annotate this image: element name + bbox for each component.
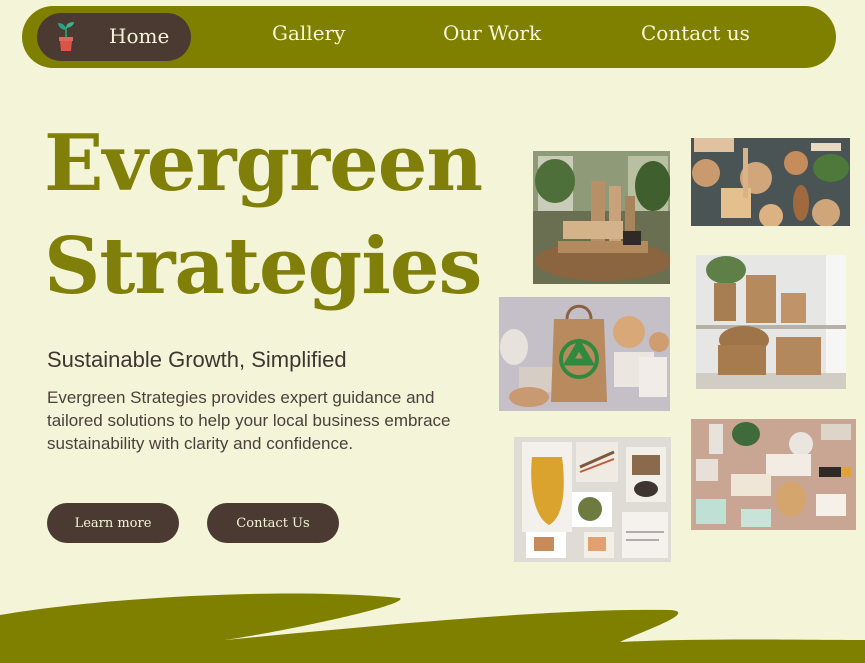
gallery-photo-wicker-baskets	[696, 255, 846, 389]
gallery-photo-tableware-flatlay	[691, 138, 850, 226]
gallery-photo-moodboard	[514, 437, 671, 562]
nav-gallery-link[interactable]: Gallery	[272, 21, 345, 45]
learn-more-button[interactable]: Learn more	[47, 503, 179, 543]
bottom-wave-decoration	[0, 593, 865, 663]
nav-contact-link[interactable]: Contact us	[641, 21, 750, 45]
plant-pot-icon	[58, 22, 74, 51]
nav-our-work-link[interactable]: Our Work	[443, 21, 541, 45]
hero-title-line2: Strategies	[44, 221, 482, 312]
gallery-photo-toiletries-flatlay	[691, 419, 856, 530]
contact-us-button[interactable]: Contact Us	[207, 503, 339, 543]
gallery-photo-recycle-bag	[499, 297, 670, 411]
gallery-photo-bamboo-kitchen	[533, 151, 670, 284]
hero-description: Evergreen Strategies provides expert gui…	[47, 388, 451, 453]
nav-home-button[interactable]: Home	[37, 13, 191, 61]
top-nav: Home Gallery Our Work Contact us	[22, 6, 836, 68]
hero-title-line1: Evergreen	[44, 118, 483, 209]
nav-home-label: Home	[109, 24, 170, 48]
hero-subtitle: Sustainable Growth, Simplified	[47, 347, 347, 372]
